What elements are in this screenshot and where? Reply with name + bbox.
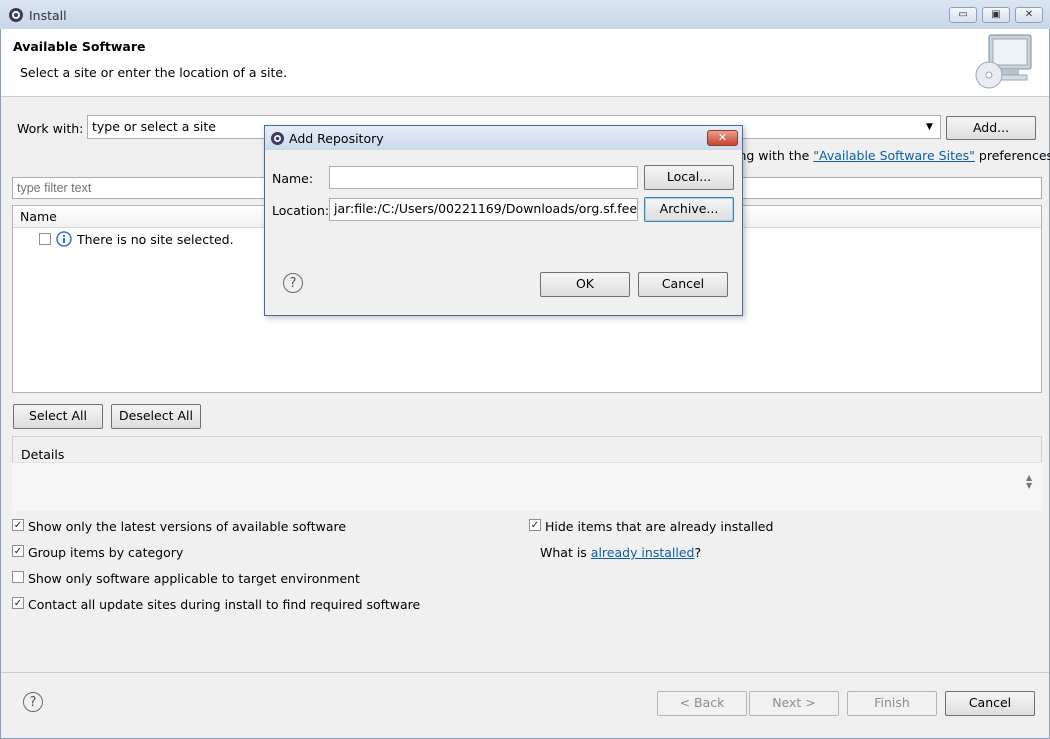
page-title: Available Software <box>13 39 146 54</box>
target-environment-label: Show only software applicable to target … <box>28 571 360 586</box>
what-is-suffix: ? <box>694 545 702 560</box>
archive-button[interactable]: Archive... <box>644 197 734 222</box>
name-label: Name: <box>272 171 314 186</box>
help-icon[interactable]: ? <box>23 692 43 712</box>
minimize-button[interactable]: ▭ <box>949 7 977 23</box>
next-button[interactable]: Next > <box>749 691 839 716</box>
contact-sites-checkbox[interactable]: ✓ <box>12 597 24 609</box>
tree-message: There is no site selected. <box>77 232 234 247</box>
details-label: Details <box>21 447 65 462</box>
hide-installed-checkbox[interactable]: ✓ <box>529 519 541 531</box>
select-all-button[interactable]: Select All <box>13 404 103 429</box>
title-bar[interactable] <box>0 0 1050 29</box>
what-is-installed: What is already installed? <box>540 545 701 560</box>
work-with-value: type or select a site <box>92 119 216 134</box>
computer-cd-icon <box>975 34 1032 89</box>
eclipse-gear-icon <box>9 8 23 22</box>
contact-sites-label: Contact all update sites during install … <box>28 597 421 612</box>
work-with-label: Work with: <box>17 121 84 136</box>
local-button[interactable]: Local... <box>644 165 734 190</box>
maximize-button[interactable]: ▣ <box>982 7 1010 23</box>
window-title: Install <box>29 8 67 23</box>
dialog-close-button[interactable]: ✕ <box>707 130 738 146</box>
wizard-header <box>1 29 1049 97</box>
target-environment-checkbox[interactable] <box>12 571 24 583</box>
column-name[interactable]: Name <box>20 209 57 224</box>
hide-installed-label: Hide items that are already installed <box>545 519 774 534</box>
latest-versions-label: Show only the latest versions of availab… <box>28 519 347 534</box>
sites-hint-suffix: preferences. <box>974 148 1050 163</box>
sites-hint-prefix: ing with the <box>735 148 814 163</box>
already-installed-link[interactable]: already installed <box>591 545 695 560</box>
eclipse-gear-icon <box>271 132 284 145</box>
dialog-ok-button[interactable]: OK <box>540 272 630 297</box>
info-icon <box>56 231 72 247</box>
dialog-cancel-button[interactable]: Cancel <box>638 272 728 297</box>
finish-button[interactable]: Finish <box>847 691 937 716</box>
what-is-prefix: What is <box>540 545 591 560</box>
details-text-area[interactable] <box>12 462 1042 511</box>
sites-hint: ing with the "Available Software Sites" … <box>735 148 1050 163</box>
location-field[interactable]: jar:file:/C:/Users/00221169/Downloads/or… <box>329 198 638 221</box>
name-field[interactable] <box>329 166 638 189</box>
back-button[interactable]: < Back <box>657 691 747 716</box>
group-by-category-label: Group items by category <box>28 545 184 560</box>
add-button[interactable]: Add... <box>946 116 1036 140</box>
dialog-help-icon[interactable]: ? <box>283 273 303 293</box>
tree-item-checkbox[interactable] <box>39 233 51 245</box>
page-subtitle: Select a site or enter the location of a… <box>20 65 288 80</box>
available-sites-link[interactable]: "Available Software Sites" <box>813 148 975 163</box>
cancel-button[interactable]: Cancel <box>945 691 1035 716</box>
deselect-all-button[interactable]: Deselect All <box>111 404 201 429</box>
group-by-category-checkbox[interactable]: ✓ <box>12 545 24 557</box>
latest-versions-checkbox[interactable]: ✓ <box>12 519 24 531</box>
location-label: Location: <box>272 203 330 218</box>
details-spinner-icon[interactable]: ▲ ▼ <box>1026 474 1032 490</box>
footer-divider <box>1 672 1049 673</box>
close-button[interactable]: ✕ <box>1015 7 1043 23</box>
dialog-title: Add Repository <box>289 131 384 146</box>
chevron-down-icon[interactable]: ▼ <box>926 122 933 132</box>
